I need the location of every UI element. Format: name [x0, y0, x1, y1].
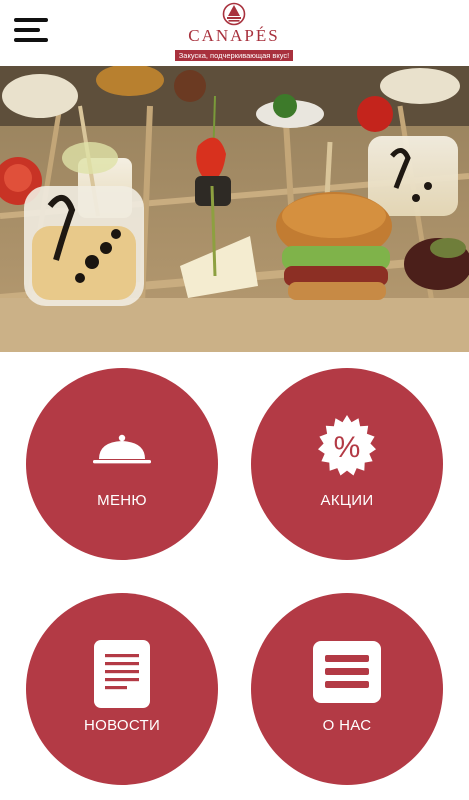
hamburger-menu-icon[interactable] — [14, 18, 48, 42]
menu-button-label: МЕНЮ — [97, 492, 147, 509]
logo-mark-icon — [222, 2, 246, 26]
news-document-icon — [94, 640, 150, 708]
brand-logo[interactable]: CANAPÉS Закуска, подчеркивающая вкус! — [174, 2, 294, 64]
canapes-photo — [0, 66, 469, 352]
about-list-icon — [313, 641, 381, 703]
promotions-button[interactable]: % АКЦИИ — [251, 368, 443, 560]
percent-badge-icon: % — [318, 415, 376, 476]
hero-photo — [0, 66, 469, 352]
cloche-icon — [93, 434, 151, 464]
news-button[interactable]: НОВОСТИ — [26, 593, 218, 785]
menu-button[interactable]: МЕНЮ — [26, 368, 218, 560]
brand-tagline: Закуска, подчеркивающая вкус! — [174, 50, 294, 61]
svg-text:%: % — [334, 431, 361, 464]
brand-name: CANAPÉS — [188, 26, 280, 45]
about-button[interactable]: О НАС — [251, 593, 443, 785]
news-button-label: НОВОСТИ — [83, 717, 161, 734]
promotions-button-label: АКЦИИ — [320, 492, 374, 509]
app-header: CANAPÉS Закуска, подчеркивающая вкус! — [0, 0, 469, 66]
about-button-label: О НАС — [322, 717, 372, 734]
